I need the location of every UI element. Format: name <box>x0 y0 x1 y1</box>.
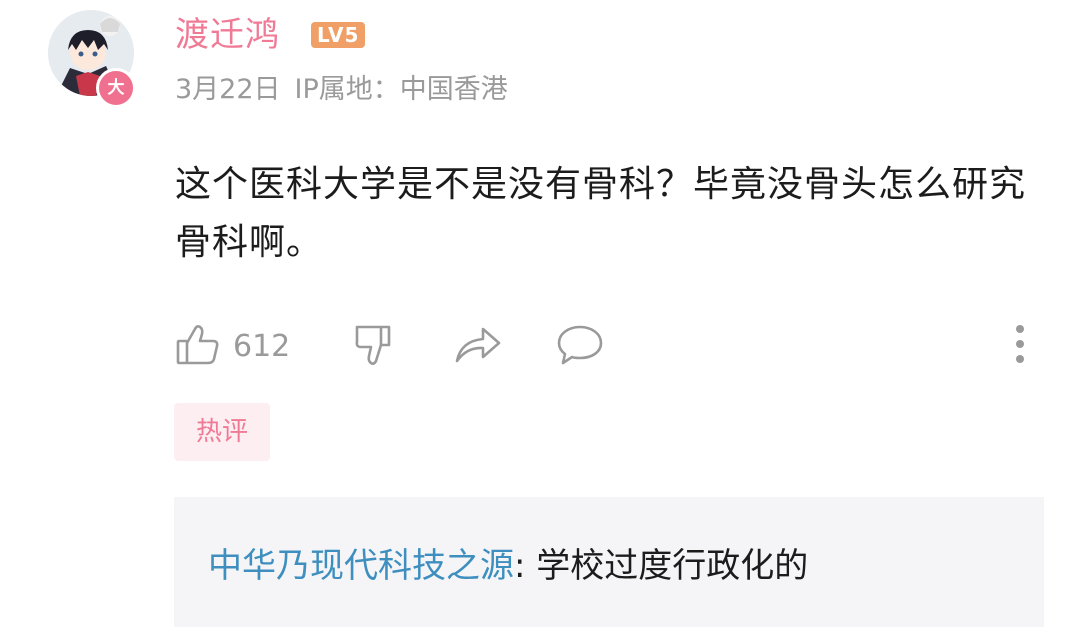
comment-text: 这个医科大学是不是没有骨科？毕竟没骨头怎么研究骨科啊。 <box>175 164 1027 263</box>
reply-text: 学校过度行政化的 <box>536 546 809 586</box>
share-icon <box>453 321 503 371</box>
thumbs-down-icon <box>353 321 399 371</box>
comment-icon <box>555 321 605 371</box>
reply-line: 中华乃现代科技之源: 学校过度行政化的 <box>208 543 808 589</box>
share-button[interactable] <box>453 318 503 374</box>
comment-actions: 612 <box>175 318 1045 374</box>
dislike-button[interactable] <box>353 318 399 374</box>
avatar-badge: 大 <box>96 68 136 108</box>
username[interactable]: 渡迁鸿 <box>175 13 280 57</box>
reply-button[interactable] <box>555 318 605 374</box>
comment-meta: 3月22日 IP属地：中国香港 <box>175 70 508 110</box>
thumbs-up-icon <box>175 321 221 371</box>
more-button[interactable] <box>1005 318 1035 374</box>
reply-separator: : <box>514 546 537 586</box>
level-badge: LV5 <box>311 22 366 48</box>
like-count: 612 <box>233 328 291 364</box>
reply-author[interactable]: 中华乃现代科技之源 <box>208 546 514 586</box>
more-icon <box>1005 321 1035 371</box>
hot-comment-tag: 热评 <box>174 403 270 461</box>
ip-location: IP属地：中国香港 <box>294 74 508 105</box>
comment-date: 3月22日 <box>175 74 281 105</box>
like-button[interactable]: 612 <box>175 318 290 374</box>
